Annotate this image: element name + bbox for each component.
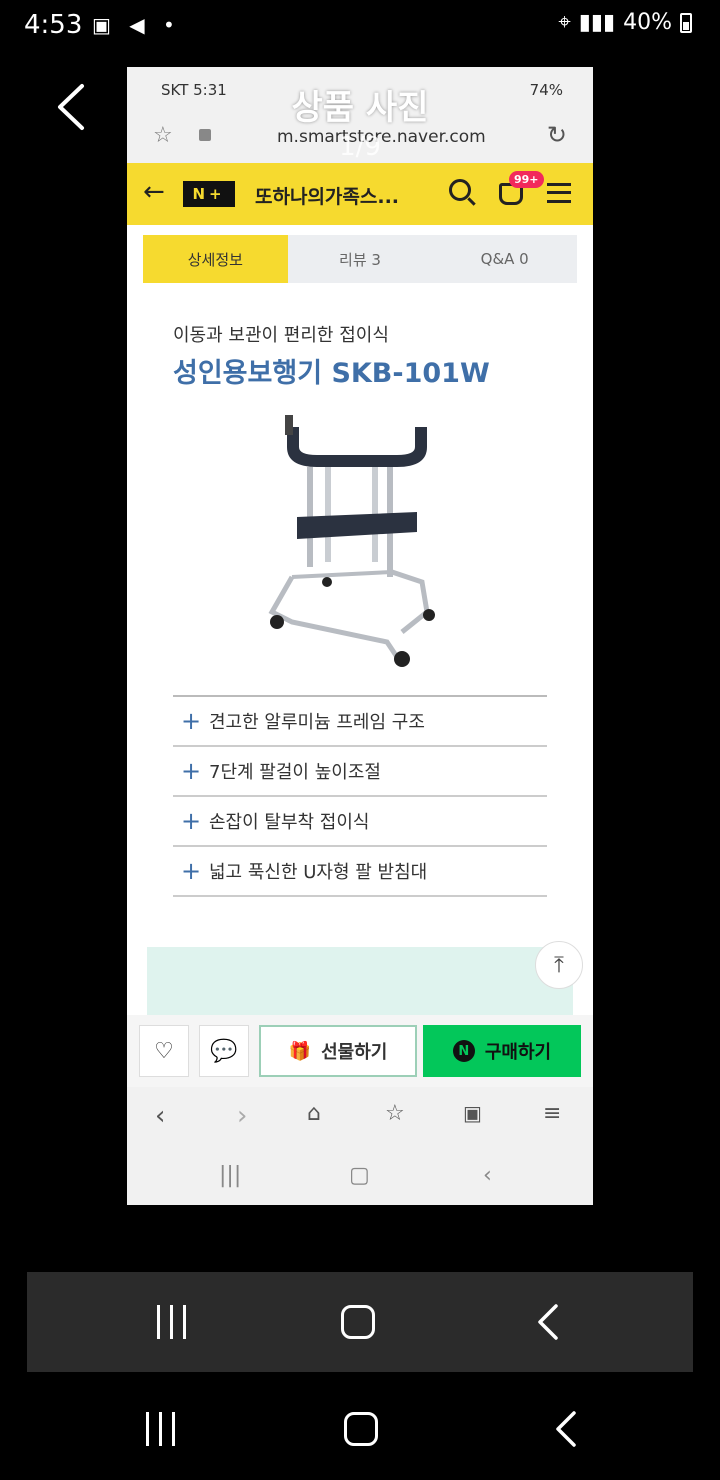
location-icon: ⌖: [558, 10, 571, 35]
browser-menu-icon: ≡: [543, 1101, 562, 1126]
product-subtitle: 이동과 보관이 편리한 접이식: [173, 325, 389, 346]
toolbar-home-icon[interactable]: [341, 1305, 375, 1339]
feature-item: + 손잡이 탈부착 접이식: [173, 797, 547, 847]
tab-reviews: 리뷰 3: [339, 250, 381, 269]
feature-text: 견고한 알루미늄 프레임 구조: [209, 712, 425, 733]
gallery-counter: 1/9: [339, 132, 381, 162]
battery-percent: 40%: [623, 10, 672, 35]
product-photo: SKT 5:31 74% ☆ m.smartstore.naver.com ↻ …: [127, 67, 593, 1205]
chat-icon: 💬: [199, 1025, 249, 1077]
product-title: 성인용보행기 SKB-101W: [173, 358, 490, 389]
product-walker-image: [268, 415, 435, 667]
feature-text: 손잡이 탈부착 접이식: [209, 812, 370, 833]
inner-recent-icon: |||: [219, 1163, 242, 1188]
tab-qna: Q&A 0: [480, 250, 529, 268]
inner-system-nav: ||| ▢ ‹: [127, 1149, 593, 1205]
battery-icon: [680, 12, 692, 33]
mint-banner: [147, 947, 573, 1017]
browser-back-icon: ‹: [155, 1101, 166, 1131]
feature-text: 넓고 푹신한 U자형 팔 받침대: [209, 862, 428, 883]
home-button-icon[interactable]: [344, 1412, 378, 1446]
plus-icon: +: [180, 857, 202, 885]
status-time: 4:53: [24, 10, 83, 40]
feature-item: + 넓고 푹신한 U자형 팔 받침대: [173, 847, 547, 897]
recent-apps-icon[interactable]: [144, 1412, 178, 1446]
status-bar: 4:53 ▣ ◀ • ⌖ ▮▮▮ 40%: [0, 0, 720, 52]
status-right: ⌖ ▮▮▮ 40%: [558, 10, 692, 35]
heart-icon: ♡: [139, 1025, 189, 1077]
store-name: 또하나의가족스...: [255, 186, 400, 208]
signal-icon: ▮▮▮: [578, 10, 616, 35]
gift-icon: 🎁: [288, 1040, 312, 1062]
scroll-top-icon: ⤒: [535, 941, 583, 989]
store-header: ← N+ 또하나의가족스... 99+: [127, 163, 593, 225]
bookmarks-icon: ☆: [385, 1101, 405, 1126]
plus-icon: +: [180, 757, 202, 785]
inner-home-icon: ▢: [349, 1163, 370, 1188]
tab-details: 상세정보: [143, 235, 288, 283]
feature-item: + 7단계 팔걸이 높이조절: [173, 747, 547, 797]
buy-label: 구매하기: [484, 1042, 552, 1063]
system-back-icon[interactable]: [550, 1409, 580, 1449]
buy-bar: ♡ 💬 🎁 선물하기 N 구매하기: [127, 1015, 593, 1087]
naver-n-icon: N: [452, 1040, 475, 1062]
store-logo: N+: [183, 181, 235, 207]
search-icon: [449, 179, 471, 201]
home-icon: ⌂: [307, 1101, 321, 1126]
gallery-toolbar: [27, 1272, 693, 1372]
tabs-icon: ▣: [463, 1101, 482, 1125]
toolbar-recent-icon[interactable]: [155, 1305, 189, 1339]
feature-text: 7단계 팔걸이 높이조절: [209, 762, 381, 783]
browser-nav: ‹ › ⌂ ☆ ▣ ≡: [127, 1087, 593, 1149]
toolbar-back-icon[interactable]: [532, 1302, 562, 1342]
store-back-icon: ←: [143, 177, 165, 207]
inner-back-icon: ‹: [483, 1163, 492, 1188]
buy-button: N 구매하기: [423, 1025, 581, 1077]
browser-forward-icon: ›: [237, 1101, 248, 1131]
product-tabs: 상세정보 리뷰 3 Q&A 0: [143, 235, 577, 283]
plus-icon: +: [180, 707, 202, 735]
gift-label: 선물하기: [321, 1042, 388, 1063]
system-nav: [0, 1385, 720, 1480]
feature-list: + 견고한 알루미늄 프레임 구조 + 7단계 팔걸이 높이조절 + 손잡이 탈…: [173, 695, 547, 897]
menu-icon: [547, 183, 571, 203]
gallery-title: 상품 사진: [291, 88, 429, 128]
notification-icons: ▣ ◀ •: [92, 13, 181, 37]
cart-badge: 99+: [509, 171, 544, 188]
feature-item: + 견고한 알루미늄 프레임 구조: [173, 697, 547, 747]
gift-button: 🎁 선물하기: [259, 1025, 417, 1077]
plus-icon: +: [180, 807, 202, 835]
